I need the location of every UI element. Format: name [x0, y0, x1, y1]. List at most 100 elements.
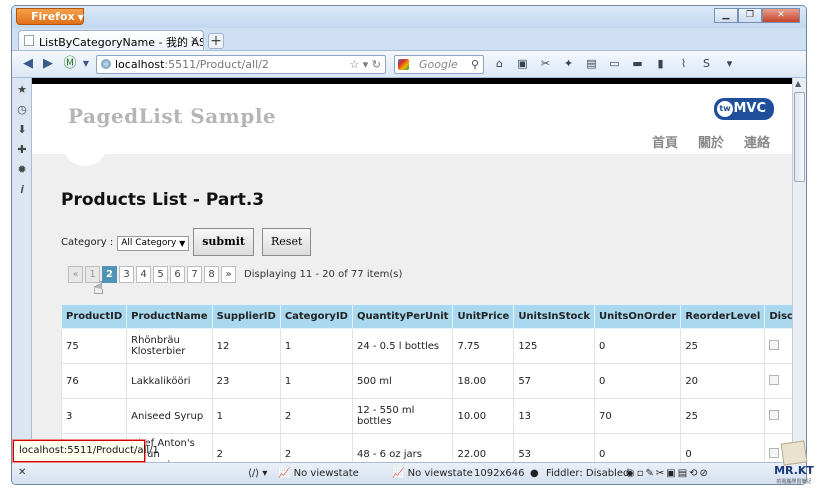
viewstate-1: 📈 No viewstate [278, 468, 359, 479]
pager-page-4[interactable]: 4 [136, 266, 151, 283]
col-supplierid: SupplierID [211, 304, 281, 329]
code-view-icon[interactable]: ⟨/⟩ ▾ [248, 468, 267, 479]
category-select-value: All Category [121, 237, 177, 248]
minimize-button[interactable]: ▁ [714, 8, 738, 23]
page-favicon-icon [24, 35, 34, 46]
table-row: 3 Aniseed Syrup 1 2 12 - 550 ml bottles … [60, 398, 792, 434]
chevron-down-icon: ▼ [179, 238, 186, 248]
stylish-icon[interactable]: S [699, 56, 714, 71]
pager-page-8[interactable]: 8 [204, 266, 219, 283]
settings-gear-icon[interactable]: ✹ [14, 162, 30, 178]
search-icon[interactable]: ⚲ [471, 56, 479, 73]
cell-unitsinstock: 125 [513, 328, 595, 364]
col-discontinued: Discontinued [764, 304, 792, 329]
home-icon[interactable]: ⌂ [492, 56, 507, 71]
menu-item-about[interactable]: 關於 [698, 132, 724, 151]
measure-icon[interactable]: ▭ [607, 56, 622, 71]
cell-unitprice: 18.00 [452, 363, 515, 399]
col-unitsinstock: UnitsInStock [513, 304, 595, 329]
viewstate-1-text: No viewstate [293, 468, 359, 479]
col-productid: ProductID [60, 304, 128, 329]
pager-page-5[interactable]: 5 [153, 266, 168, 283]
menu-item-contact[interactable]: 連絡 [744, 132, 770, 151]
page-title: Products List - Part.3 [61, 190, 265, 210]
bookmark-star-icon[interactable]: ☆ ▾ ↻ [349, 56, 381, 73]
history-icon[interactable]: ◷ [14, 102, 30, 118]
vertical-scrollbar[interactable]: ▲ [792, 78, 806, 462]
firebug-icon[interactable]: ✦ [561, 56, 576, 71]
cell-unitsonorder: 0 [593, 363, 682, 399]
logo-text: MVC [733, 101, 766, 116]
table-row: 4 Chef Anton's Cajun Seasoning 2 2 48 - … [60, 433, 792, 462]
scroll-up-arrow-icon[interactable]: ▲ [795, 79, 801, 88]
pager-last[interactable]: » [221, 266, 236, 283]
info-icon[interactable]: 𝒊 [14, 182, 30, 198]
addon-status-icons[interactable]: ◉▫✎✂▣▤⟲⊘ [626, 468, 710, 479]
url-path: :5511/Product/all/2 [164, 58, 269, 71]
forward-button[interactable]: ▶ [40, 56, 56, 72]
site-header: PagedList Sample tw MVC 首頁 關於 連絡 [32, 84, 792, 154]
addon-dropdown-icon[interactable]: ▼ [78, 56, 94, 72]
fiddler-status[interactable]: Fiddler: Disabled [546, 468, 629, 479]
pager-page-7[interactable]: 7 [187, 266, 202, 283]
cell-reorderlevel: 25 [680, 328, 766, 364]
viewstate-2-text: No viewstate [407, 468, 473, 479]
cell-unitprice: 10.00 [452, 398, 515, 434]
firefox-menu-button[interactable]: Firefox ▼ [16, 8, 84, 25]
menu-item-home[interactable]: 首頁 [652, 132, 678, 151]
close-window-button[interactable]: ✕ [762, 8, 800, 23]
category-select[interactable]: All Category ▼ [117, 235, 190, 251]
fiddler-icon[interactable]: ● [530, 468, 539, 479]
new-tab-button[interactable]: + [208, 33, 224, 49]
page-viewport: PagedList Sample tw MVC 首頁 關於 連絡 Product… [32, 78, 792, 462]
back-button[interactable]: ◀ [20, 56, 36, 72]
tab-title: ListByCategoryName - 我的 ASP.NET ... [39, 36, 203, 49]
cell-supplierid: 1 [211, 398, 281, 434]
address-bar[interactable]: localhost:5511/Product/all/2 ☆ ▾ ↻ [96, 55, 386, 74]
cell-unitsinstock: 53 [513, 433, 595, 462]
cell-discontinued [764, 398, 792, 434]
scroll-thumb[interactable] [794, 92, 805, 182]
pager-first[interactable]: « [68, 266, 83, 283]
cell-productid: 75 [60, 328, 128, 364]
side-toolbar: ★ ◷ ⬇ ✚ ✹ 𝒊 [12, 78, 32, 462]
cell-categoryid: 2 [279, 433, 353, 462]
close-addon-bar-icon[interactable]: ✕ [18, 467, 26, 478]
broom-icon[interactable]: ⌇ [676, 56, 691, 71]
ruler-icon[interactable]: ▬ [630, 56, 645, 71]
maximize-button[interactable]: ❐ [738, 8, 762, 23]
pager-page-6[interactable]: 6 [170, 266, 185, 283]
bookmarks-menu-icon[interactable]: ▣ [515, 56, 530, 71]
search-box[interactable]: Google ⚲ [394, 55, 484, 74]
tab-active[interactable]: ListByCategoryName - 我的 ASP.NET ... × [18, 30, 204, 50]
status-bar: ✕ ⟨/⟩ ▾ 📈 No viewstate 📈 No viewstate 10… [12, 462, 806, 484]
addons-icon[interactable]: ✚ [14, 142, 30, 158]
pager-page-3[interactable]: 3 [119, 266, 134, 283]
database-icon[interactable]: ▮ [653, 56, 668, 71]
site-menu: 首頁 關於 連絡 [652, 132, 770, 151]
pager-page-2[interactable]: 2 [102, 266, 117, 283]
screenshot-icon[interactable]: ✂ [538, 56, 553, 71]
url-host: localhost [115, 58, 165, 71]
color-picker-icon[interactable]: ▤ [584, 56, 599, 71]
overflow-menu-icon[interactable]: ▾ [722, 56, 737, 71]
reset-button[interactable]: Reset [262, 228, 312, 256]
bookmarks-sidebar-icon[interactable]: ★ [14, 82, 30, 98]
col-reorderlevel: ReorderLevel [680, 304, 766, 329]
submit-button[interactable]: submit [193, 228, 255, 256]
cell-quantityperunit: 12 - 550 ml bottles [351, 398, 454, 434]
close-tab-icon[interactable]: × [190, 33, 199, 46]
cell-unitsonorder: 0 [593, 433, 682, 462]
addon-m-icon[interactable]: Ⓜ [62, 56, 78, 72]
cell-productid: 76 [60, 363, 128, 399]
pagination: « 1 2 3 4 5 6 7 8 » Displaying 11 - 20 o… [68, 266, 402, 283]
watermark-brand: MR.KT [774, 464, 814, 477]
resolution-readout: 1092x646 [474, 468, 525, 479]
cell-categoryid: 2 [279, 398, 353, 434]
downloads-icon[interactable]: ⬇ [14, 122, 30, 138]
pager-summary: Displaying 11 - 20 of 77 item(s) [244, 269, 403, 280]
table-header-row: ProductID ProductName SupplierID Categor… [60, 304, 792, 329]
table-row: 75 Rhönbräu Klosterbier 12 1 24 - 0.5 l … [60, 328, 792, 364]
watermark-sub: 的電腦學習筆記 [776, 479, 812, 485]
cell-discontinued [764, 363, 792, 399]
